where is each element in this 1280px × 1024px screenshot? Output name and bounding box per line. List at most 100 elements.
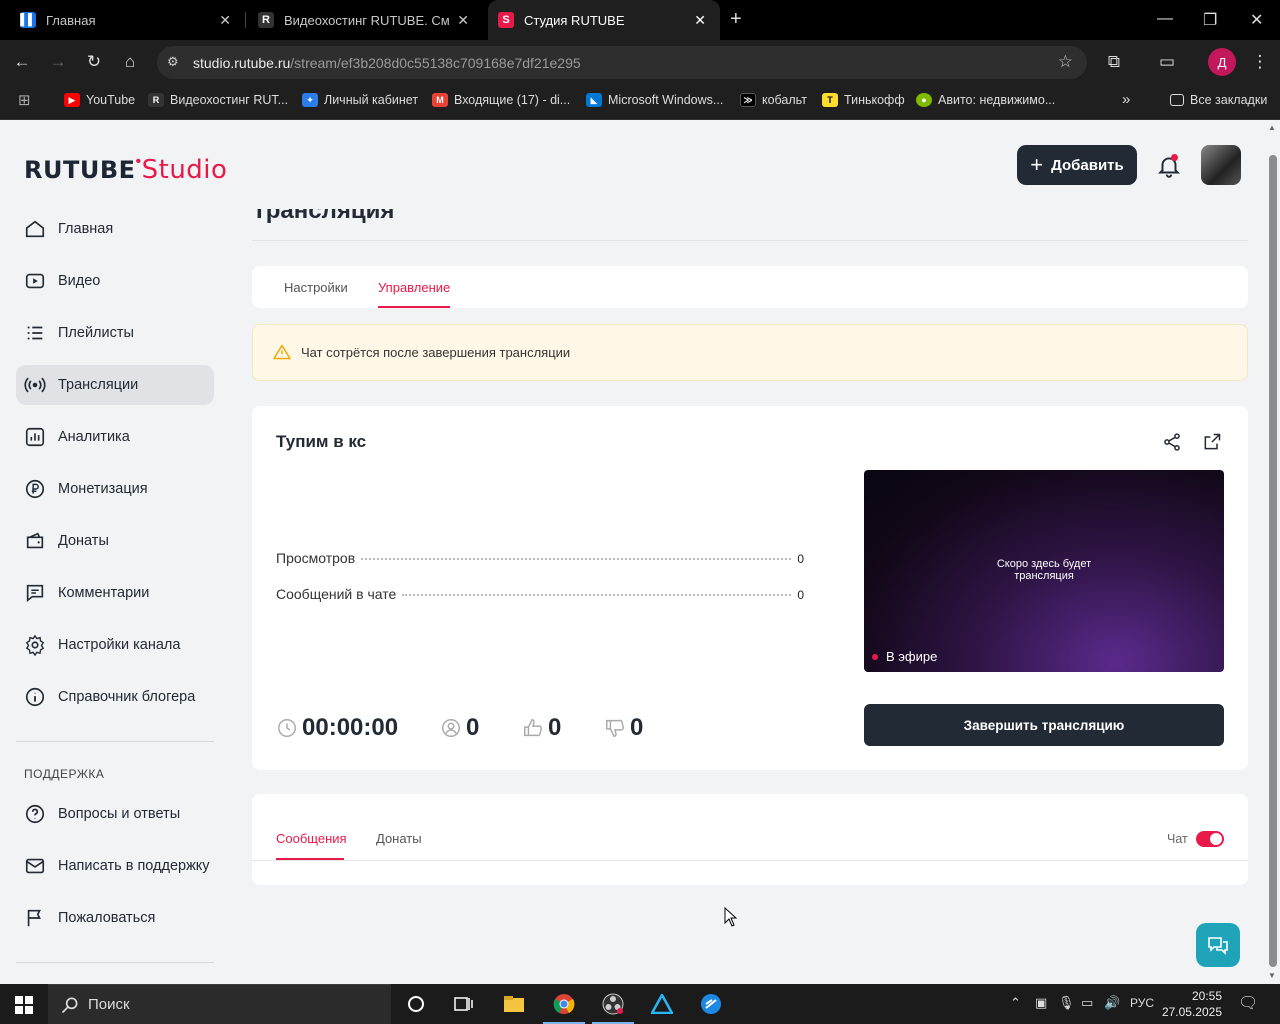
scroll-down-icon[interactable]: ▼ [1268,971,1276,980]
browser-tab-3[interactable]: S Студия RUTUBE ✕ [488,0,720,40]
vk-video-icon: ▌▌ [20,12,36,28]
share-icon[interactable] [1162,432,1182,452]
end-stream-button[interactable]: Завершить трансляцию [864,704,1224,746]
menu-dots-icon[interactable]: ⋮ [1250,52,1270,72]
sidebar-item-broadcasts[interactable]: Трансляции [16,365,214,405]
sidebar-item-donations[interactable]: Донаты [16,521,214,561]
bookmark-cabinet[interactable]: ✦ Личный кабинет [302,93,418,107]
bookmark-microsoft[interactable]: ◣ Microsoft Windows... [586,93,723,107]
tray-mic-icon[interactable]: 🎙 [1058,995,1075,1011]
sidebar-item-write-support[interactable]: Написать в поддержку [16,846,214,886]
sidebar-divider [16,741,214,742]
ruble-icon [24,478,46,500]
tray-expand-icon[interactable]: ⌃ [1010,995,1021,1011]
open-external-icon[interactable] [1202,432,1222,452]
tray-language[interactable]: РУС [1130,996,1154,1010]
restore-icon[interactable]: ❐ [1203,10,1217,30]
browser-tab-1[interactable]: ▌▌ Главная ✕ [0,0,245,40]
new-tab-button[interactable]: + [730,8,742,31]
obs-icon[interactable] [592,992,634,1024]
app-blue-circle-icon[interactable] [698,992,724,1016]
sidebar-item-faq[interactable]: Вопросы и ответы [16,794,214,834]
bell-icon[interactable] [1156,153,1182,179]
task-view-icon[interactable] [451,992,477,1016]
app-triangle-icon[interactable] [649,992,675,1016]
bookmark-youtube[interactable]: ▶ YouTube [64,93,135,107]
home-icon [24,218,46,240]
scroll-up-icon[interactable]: ▲ [1268,123,1276,132]
bookmarks-bar: ⊞ ▶ YouTube R Видеохостинг RUT... ✦ Личный … [0,85,1280,120]
close-tab-icon[interactable]: ✕ [219,12,231,29]
user-avatar[interactable] [1201,145,1241,185]
tray-clock[interactable]: 20:55 27.05.2025 [1160,988,1222,1020]
bookmark-gmail[interactable]: M Входящие (17) - di... [432,93,570,107]
sidebar: Главная Видео Плейлисты Трансляции Анали… [0,209,230,984]
chat-divider [252,860,1248,861]
video-icon [24,270,46,292]
sidebar-item-channel-settings[interactable]: Настройки канала [16,625,214,665]
tab-settings[interactable]: Настройки [284,280,348,295]
chat-toggle[interactable] [1196,831,1224,847]
cast-icon[interactable]: ▭ [1157,52,1177,72]
help-chat-button[interactable] [1196,923,1240,967]
close-tab-icon[interactable]: ✕ [694,12,706,29]
tray-camera-icon[interactable]: ▣ [1035,995,1047,1011]
minimize-icon[interactable]: — [1157,10,1173,28]
close-window-icon[interactable]: ✕ [1250,10,1263,30]
apps-grid-icon[interactable]: ⊞ [18,91,31,109]
add-button[interactable]: + Добавить [1017,145,1137,185]
dislikes-metric: 0 [604,714,643,742]
bookmark-tinkoff[interactable]: T Тинькофф [822,93,905,107]
sidebar-item-analytics[interactable]: Аналитика [16,417,214,457]
tab-messages[interactable]: Сообщения [276,831,347,846]
stream-tabs: Настройки Управление [252,266,1248,308]
cortana-icon[interactable] [403,992,429,1016]
forward-icon[interactable]: → [48,52,68,72]
tab-donations[interactable]: Донаты [376,831,422,846]
plus-icon: + [1030,152,1044,177]
windows-start-icon[interactable] [15,996,33,1014]
chat-toggle-label: Чат [1167,832,1188,846]
file-explorer-icon[interactable] [501,992,527,1016]
back-icon[interactable]: ← [12,52,32,72]
stream-preview[interactable]: Скоро здесь будет трансляция В эфире [864,470,1224,672]
bookmark-avito[interactable]: ● Авито: недвижимо... [916,93,1055,107]
site-info-icon[interactable]: ⚙ [167,54,179,70]
youtube-icon: ▶ [64,93,80,107]
sidebar-item-monetization[interactable]: Монетизация [16,469,214,509]
rutube-studio-logo[interactable]: RUTUBE•Studio [24,153,227,185]
all-bookmarks[interactable]: Все закладки [1170,93,1267,107]
more-bookmarks-icon[interactable]: » [1122,91,1130,108]
close-tab-icon[interactable]: ✕ [457,12,469,29]
sidebar-item-video[interactable]: Видео [16,261,214,301]
page-scrollbar[interactable]: ▲ ▼ [1266,121,1280,984]
address-bar[interactable]: ⚙ studio.rutube.ru/stream/ef3b208d0c5513… [157,46,1087,79]
bookmark-rutube[interactable]: R Видеохостинг RUT... [148,93,288,107]
reload-icon[interactable]: ↻ [84,52,104,72]
taskbar-search[interactable]: Поиск [48,984,391,1024]
home-browser-icon[interactable]: ⌂ [120,52,140,72]
browser-toolbar: ← → ↻ ⌂ ⚙ studio.rutube.ru/stream/ef3b20… [0,40,1280,85]
chrome-icon[interactable] [543,992,585,1024]
toggle-knob [1210,833,1222,845]
tray-network-icon[interactable]: ▭ [1081,995,1093,1011]
sidebar-item-comments[interactable]: Комментарии [16,573,214,613]
browser-tab-2[interactable]: R Видеохостинг RUTUBE. Смотр ✕ [238,0,483,40]
sidebar-item-report[interactable]: Пожаловаться [16,898,214,938]
studio-header: RUTUBE•Studio + Добавить [0,121,1266,209]
tab-management[interactable]: Управление [378,280,450,295]
profile-avatar[interactable]: Д [1208,48,1236,76]
sidebar-item-playlists[interactable]: Плейлисты [16,313,214,353]
cobalt-icon: ≫ [740,93,756,107]
info-icon [24,686,46,708]
bookmark-cobalt[interactable]: ≫ кобальт [740,93,807,107]
extensions-icon[interactable]: ⧉ [1104,52,1124,72]
sidebar-item-home[interactable]: Главная [16,209,214,249]
bookmark-star-icon[interactable]: ☆ [1058,52,1073,72]
scroll-thumb[interactable] [1269,155,1277,967]
chat-bubble-icon [1208,937,1228,955]
stream-title: Тупим в кс [276,432,367,451]
notifications-icon[interactable]: 🗨 [1238,993,1258,1013]
tray-volume-icon[interactable]: 🔊 [1104,995,1120,1011]
sidebar-item-blogger-guide[interactable]: Справочник блогера [16,677,214,717]
